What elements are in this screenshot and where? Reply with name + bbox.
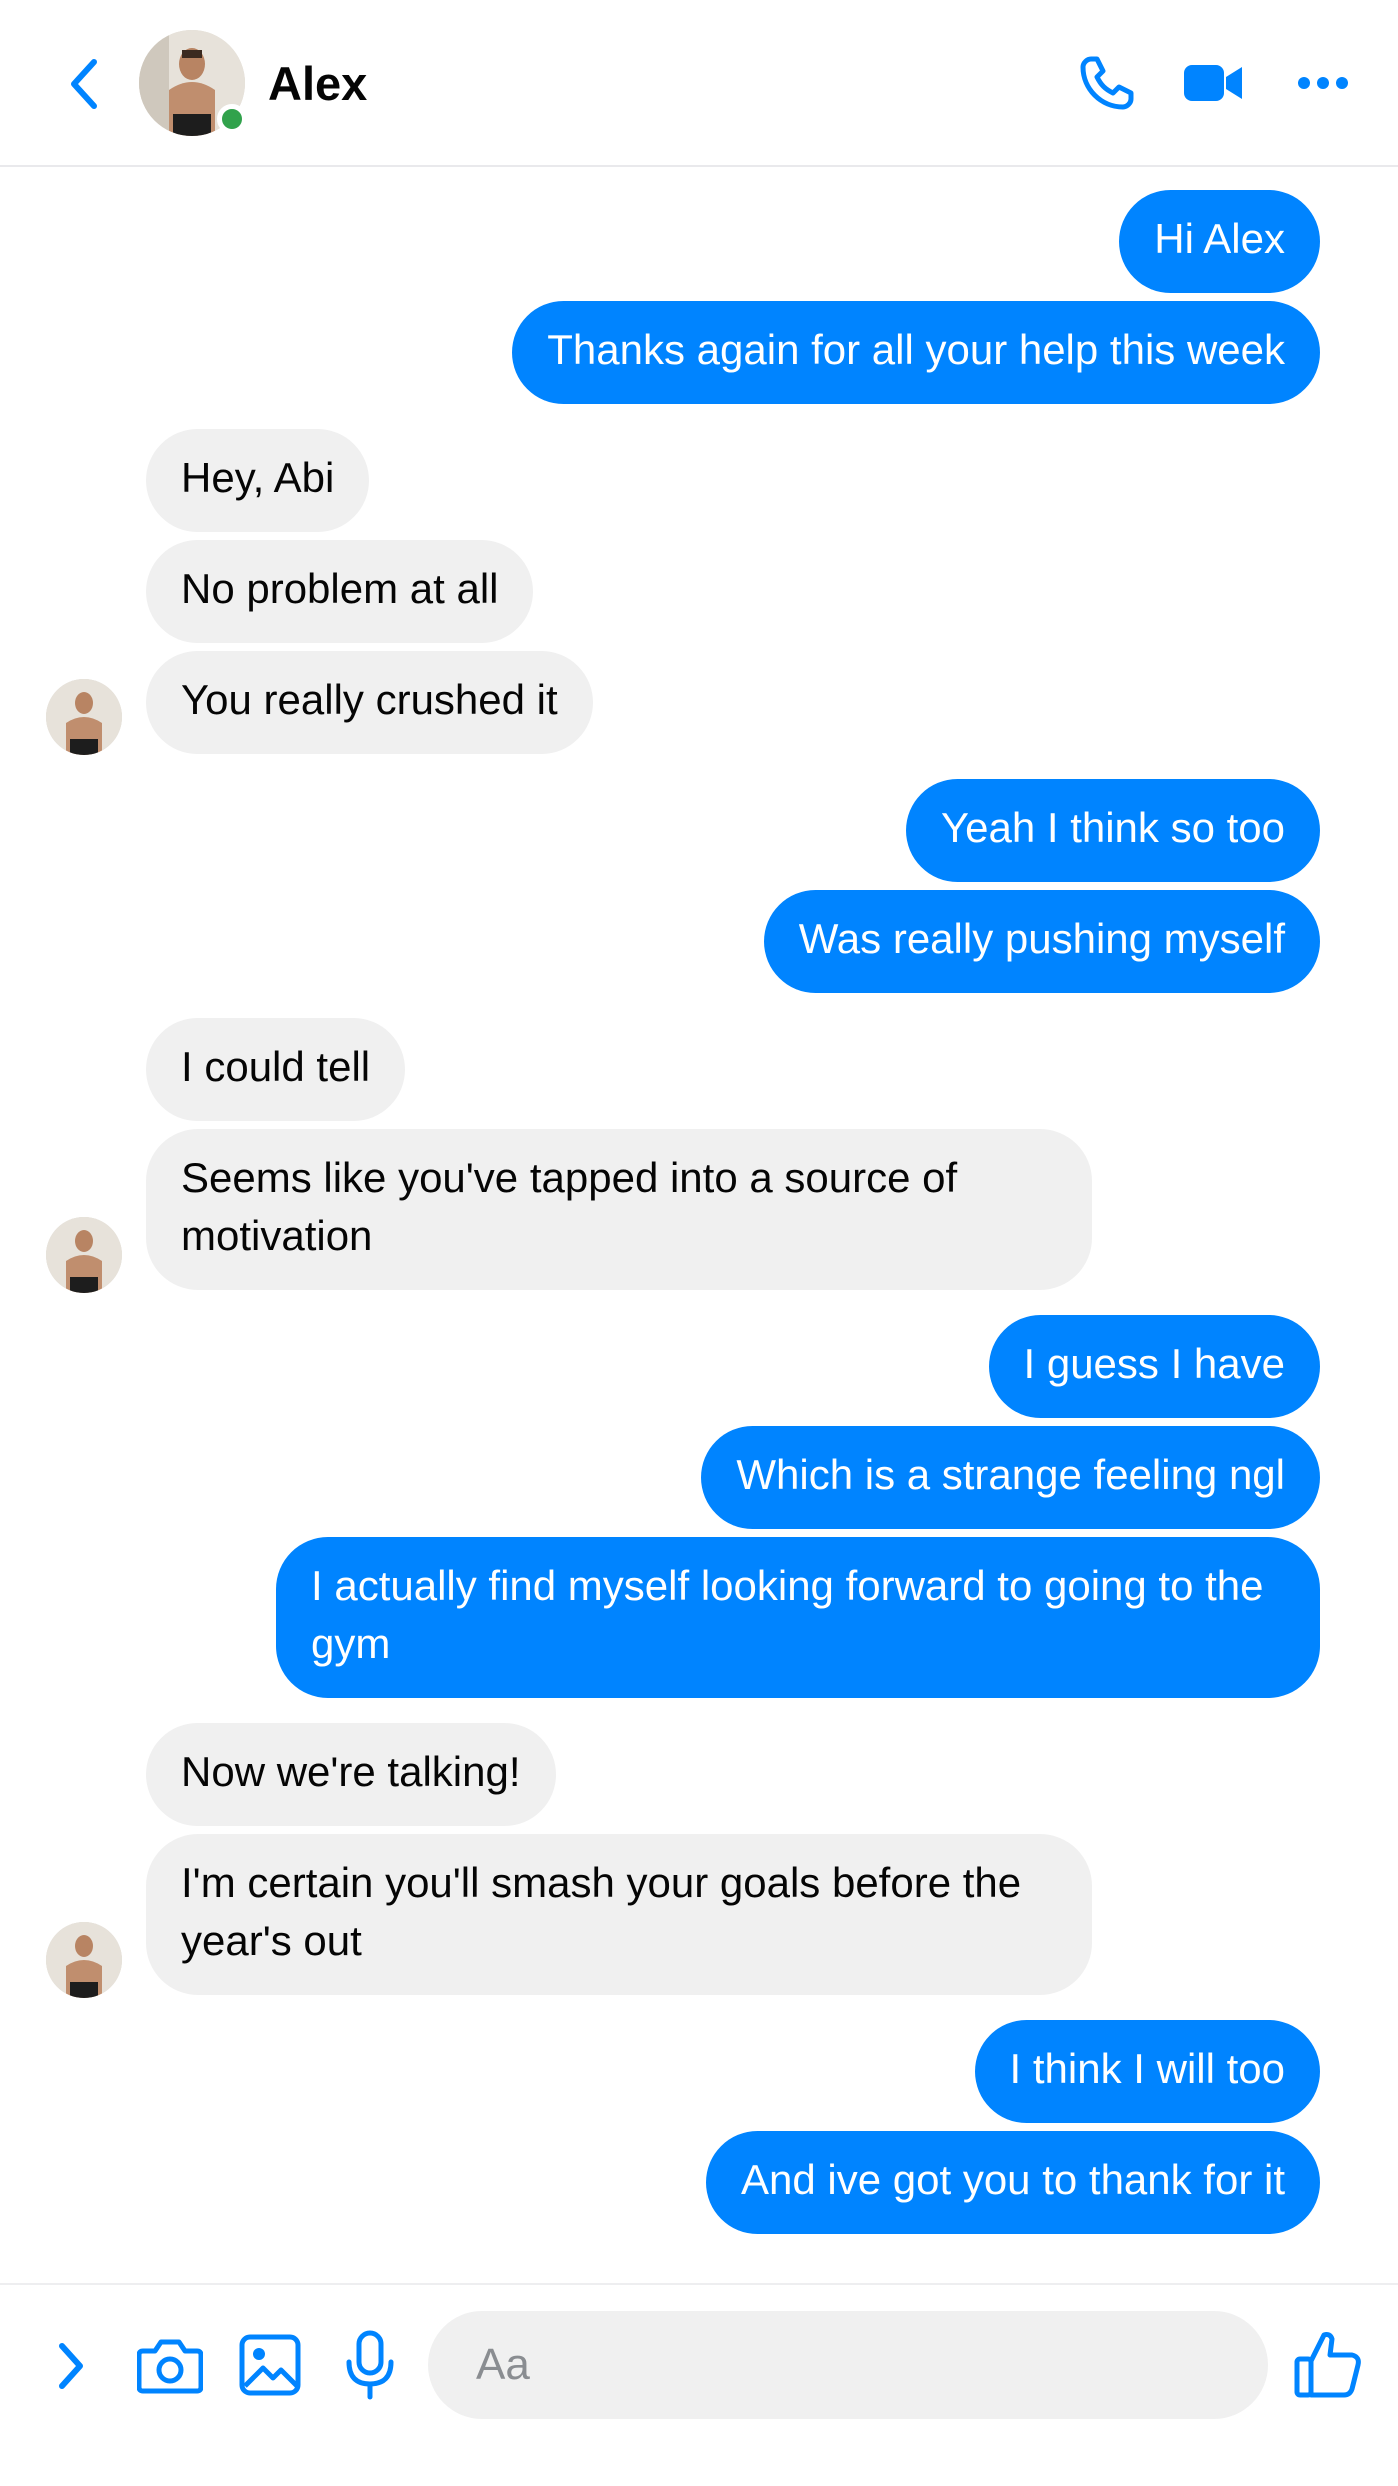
thumbs-up-icon <box>1294 2332 1361 2398</box>
camera-button[interactable] <box>134 2331 206 2401</box>
message-bubble-outgoing[interactable]: And ive got you to thank for it <box>706 2131 1320 2234</box>
more-options-button[interactable] <box>1290 50 1356 116</box>
voice-call-button[interactable] <box>1074 50 1140 116</box>
video-camera-icon <box>1184 65 1242 101</box>
message-bubble-outgoing[interactable]: Was really pushing myself <box>763 890 1320 993</box>
online-status-dot <box>217 104 247 134</box>
message-bubble-incoming[interactable]: Seems like you've tapped into a source o… <box>146 1129 1092 1290</box>
back-chevron-icon <box>71 59 97 109</box>
send-like-button[interactable] <box>1290 2325 1366 2403</box>
sender-avatar[interactable] <box>46 1922 122 1998</box>
message-bubble-outgoing[interactable]: Thanks again for all your help this week <box>512 301 1320 404</box>
video-call-button[interactable] <box>1180 50 1246 116</box>
message-bubble-outgoing[interactable]: I think I will too <box>974 2020 1320 2123</box>
sender-avatar[interactable] <box>46 679 122 755</box>
message-input-placeholder: Aa <box>476 2340 530 2389</box>
message-input[interactable]: Aa <box>428 2311 1268 2419</box>
contact-name[interactable]: Alex <box>268 52 367 116</box>
image-icon <box>239 2334 301 2396</box>
expand-chevron-icon <box>59 2343 83 2389</box>
message-bubble-outgoing[interactable]: I guess I have <box>988 1315 1320 1418</box>
voice-message-button[interactable] <box>334 2327 406 2403</box>
message-bubble-incoming[interactable]: You really crushed it <box>146 651 593 754</box>
message-bubble-incoming[interactable]: No problem at all <box>146 540 534 643</box>
message-bubble-outgoing[interactable]: Yeah I think so too <box>905 779 1320 882</box>
microphone-icon <box>346 2330 394 2400</box>
message-bubble-outgoing[interactable]: Which is a strange feeling ngl <box>701 1426 1320 1529</box>
phone-icon <box>1080 56 1134 110</box>
message-thread: Hi Alex Thanks again for all your help t… <box>0 167 1398 2283</box>
chat-header: Alex <box>0 0 1398 167</box>
sender-avatar[interactable] <box>46 1217 122 1293</box>
message-bubble-incoming[interactable]: I could tell <box>146 1018 406 1121</box>
back-button[interactable] <box>54 52 114 116</box>
camera-icon <box>137 2339 203 2394</box>
message-bubble-incoming[interactable]: Now we're talking! <box>146 1723 556 1826</box>
message-bubble-incoming[interactable]: Hey, Abi <box>146 429 370 532</box>
expand-actions-button[interactable] <box>46 2331 96 2401</box>
composer-bar: Aa <box>0 2283 1398 2486</box>
message-bubble-outgoing[interactable]: I actually find myself looking forward t… <box>276 1537 1320 1698</box>
contact-avatar[interactable] <box>139 30 247 136</box>
message-bubble-outgoing[interactable]: Hi Alex <box>1119 190 1320 293</box>
more-dots-icon <box>1298 77 1348 89</box>
gallery-button[interactable] <box>234 2329 306 2401</box>
message-bubble-incoming[interactable]: I'm certain you'll smash your goals befo… <box>146 1834 1092 1995</box>
